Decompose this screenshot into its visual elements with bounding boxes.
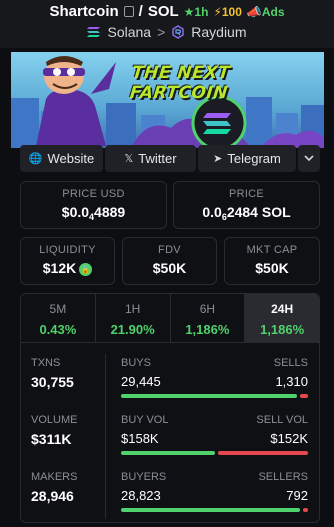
banner-headline: THE NEXT FARTCOIN <box>128 63 232 103</box>
makers-value: 28,946 <box>31 488 74 504</box>
pair-header: Shartcoin / SOL ★1h ⚡100 📣Ads Solana > R… <box>0 0 334 48</box>
liquidity-value: $12K <box>42 260 77 276</box>
quote-token: SOL <box>147 3 179 20</box>
volume-ratio-bar <box>121 451 308 455</box>
sellers-label: SELLERS <box>258 471 308 483</box>
twitter-label: Twitter <box>138 151 177 166</box>
price-usd-label: PRICE USD <box>62 188 125 200</box>
volume-metric: VOLUME $311K <box>31 414 101 471</box>
tab-label: 1H <box>124 302 141 316</box>
token-name[interactable]: Shartcoin <box>49 3 118 20</box>
price-usd-prefix: $0.0 <box>61 204 90 220</box>
social-links-bar: 🌐 Website 𝕏 Twitter ➤ Telegram <box>20 145 320 172</box>
price-usd-card: PRICE USD $0.044889 <box>20 181 167 229</box>
ads-badge[interactable]: 📣Ads <box>247 5 285 19</box>
stats-panel: 5M 0.43% 1H 21.90% 6H 1,186% 24H 1,186% … <box>20 293 320 523</box>
boost-badge[interactable]: ⚡100 <box>213 5 241 19</box>
chain-link[interactable]: Solana <box>107 24 151 40</box>
sell-share-segment <box>303 508 308 512</box>
buy-sell-column: BUYS SELLS 29,445 1,310 BUY VOL SELL VOL… <box>121 357 308 522</box>
price-native-value: 0.062484 SOL <box>174 204 319 222</box>
tab-5m[interactable]: 5M 0.43% <box>21 294 96 342</box>
copy-icon[interactable] <box>123 6 134 17</box>
website-button[interactable]: 🌐 Website <box>20 145 103 172</box>
chevron-down-icon <box>304 155 314 162</box>
x-logo-icon: 𝕏 <box>124 153 134 165</box>
more-links-button[interactable] <box>298 145 320 172</box>
buys-label: BUYS <box>121 357 151 369</box>
liquidity-card: LIQUIDITY $12K 🔒 <box>20 237 115 285</box>
token-banner-image: THE NEXT FARTCOIN <box>11 52 324 148</box>
buy-vol-value: $158K <box>121 431 159 446</box>
telegram-label: Telegram <box>227 151 281 166</box>
tab-24h[interactable]: 24H 1,186% <box>245 294 319 342</box>
tab-change: 21.90% <box>110 322 155 337</box>
telegram-button[interactable]: ➤ Telegram <box>198 145 296 172</box>
buyers-value: 28,823 <box>121 488 161 503</box>
txns-ratio-bar <box>121 394 308 398</box>
tab-label: 24H <box>271 302 294 316</box>
tab-label: 5M <box>49 302 67 316</box>
price-usd-value: $0.044889 <box>21 204 166 222</box>
txns-value: 30,755 <box>31 374 74 390</box>
buyers-label: BUYERS <box>121 471 167 483</box>
buy-share-segment <box>121 451 215 455</box>
dex-link[interactable]: Raydium <box>191 24 246 40</box>
market-cap-label: MKT CAP <box>246 244 298 256</box>
txns-breakdown: BUYS SELLS 29,445 1,310 <box>121 357 308 414</box>
buy-share-segment <box>121 508 301 512</box>
makers-breakdown: BUYERS SELLERS 28,823 792 <box>121 471 308 522</box>
character-mascot <box>36 56 116 146</box>
fdv-card: FDV $50K <box>122 237 217 285</box>
sell-share-segment <box>300 394 308 398</box>
lock-icon[interactable]: 🔒 <box>79 263 93 276</box>
pair-separator: / <box>138 3 143 20</box>
price-native-card: PRICE 0.062484 SOL <box>173 181 320 229</box>
sells-value: 1,310 <box>275 374 308 389</box>
solana-icon <box>87 27 101 37</box>
price-native-label: PRICE <box>228 188 265 200</box>
volume-breakdown: BUY VOL SELL VOL $158K $152K <box>121 414 308 471</box>
sell-share-segment <box>217 451 308 455</box>
ads-label: Ads <box>261 4 285 19</box>
raydium-icon <box>172 25 185 39</box>
makers-metric: MAKERS 28,946 <box>31 471 101 522</box>
sell-vol-label: SELL VOL <box>256 414 308 426</box>
tab-1h[interactable]: 1H 21.90% <box>96 294 171 342</box>
column-divider <box>105 354 106 519</box>
globe-icon: 🌐 <box>28 153 43 165</box>
tab-label: 6H <box>199 302 216 316</box>
txns-label: TXNS <box>31 357 61 369</box>
totals-column: TXNS 30,755 VOLUME $311K MAKERS 28,946 <box>31 357 101 522</box>
market-cap-value: $50K <box>255 260 289 276</box>
sellers-value: 792 <box>286 488 308 503</box>
makers-ratio-bar <box>121 508 308 512</box>
website-label: Website <box>47 151 95 166</box>
liquidity-label: LIQUIDITY <box>39 244 96 256</box>
telegram-icon: ➤ <box>213 153 223 165</box>
tab-6h[interactable]: 6H 1,186% <box>171 294 246 342</box>
makers-label: MAKERS <box>31 471 78 483</box>
chevron-right-icon: > <box>157 24 166 40</box>
pair-age-badge: ★1h <box>183 4 209 19</box>
fdv-label: FDV <box>158 244 181 256</box>
volume-value: $311K <box>31 431 72 447</box>
buy-share-segment <box>121 394 298 398</box>
price-usd-digits: 4889 <box>94 204 126 220</box>
fdv-value: $50K <box>152 260 187 276</box>
txns-metric: TXNS 30,755 <box>31 357 101 414</box>
sell-vol-value: $152K <box>270 431 308 446</box>
tab-change: 1,186% <box>185 322 230 337</box>
volume-label: VOLUME <box>31 414 78 426</box>
tab-change: 1,186% <box>260 322 305 337</box>
market-cap-card: MKT CAP $50K <box>224 237 320 285</box>
buy-vol-label: BUY VOL <box>121 414 169 426</box>
buys-value: 29,445 <box>121 374 161 389</box>
twitter-button[interactable]: 𝕏 Twitter <box>105 145 196 172</box>
tab-change: 0.43% <box>39 322 77 337</box>
timeframe-tabs: 5M 0.43% 1H 21.90% 6H 1,186% 24H 1,186% <box>21 294 319 343</box>
price-native-prefix: 0.0 <box>202 204 222 220</box>
price-native-digits: 2484 SOL <box>226 204 291 220</box>
sells-label: SELLS <box>273 357 308 369</box>
